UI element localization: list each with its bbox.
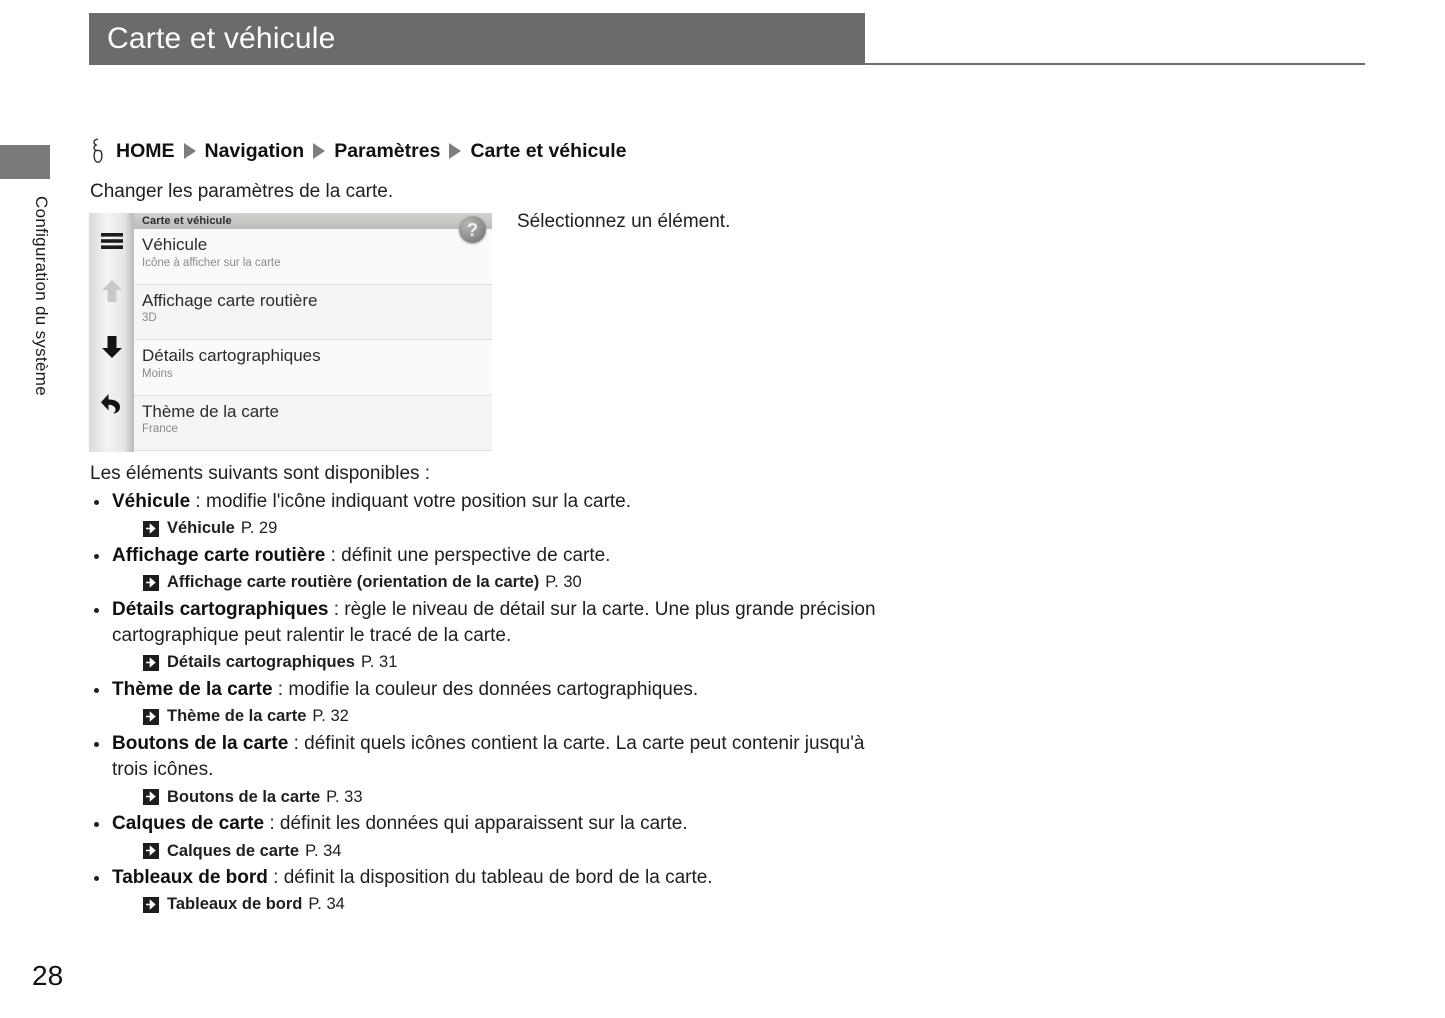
- goto-page-icon: [142, 654, 159, 672]
- triangle-right-icon: [449, 143, 462, 159]
- intro-paragraph: Changer les paramètres de la carte.: [90, 181, 394, 202]
- list-item: Détails cartographiques : règle le nivea…: [90, 597, 890, 675]
- device-list-item-title: Véhicule: [142, 235, 208, 254]
- scroll-up-arrow-icon: [89, 263, 134, 319]
- breadcrumb-item-parametres: Paramètres: [334, 139, 441, 162]
- list-item: Véhicule : modifie l'icône indiquant vot…: [90, 489, 890, 541]
- breadcrumb-item-navigation: Navigation: [204, 139, 305, 162]
- cross-reference-label: Détails cartographiques: [167, 653, 355, 672]
- bullet-description: : définit la disposition du tableau de b…: [267, 867, 713, 889]
- list-item: Affichage carte routière : définit une p…: [90, 543, 890, 595]
- breadcrumb: HOME Navigation Paramètres Carte et véhi…: [90, 138, 627, 164]
- cross-reference-page: P. 32: [312, 707, 349, 726]
- scroll-down-arrow-icon: [89, 319, 134, 375]
- cross-reference-page: P. 30: [545, 573, 582, 592]
- device-list-item-subtitle: France: [142, 423, 178, 436]
- back-arrow-icon: [89, 375, 134, 431]
- device-list-item-title: Détails cartographiques: [142, 346, 321, 365]
- device-list-item-title: Affichage carte routière: [142, 290, 318, 310]
- list-item: Tableaux de bord : définit la dispositio…: [90, 865, 890, 917]
- settings-bullet-list: Véhicule : modifie l'icône indiquant vot…: [90, 489, 890, 917]
- cross-reference[interactable]: Tableaux de bord P. 34: [90, 892, 890, 917]
- device-screenshot: Carte et véhicule ? Véhicule Icône à aff…: [89, 213, 492, 452]
- goto-page-icon: [142, 842, 159, 860]
- bullet-description: : définit les données qui apparaissent s…: [264, 813, 688, 835]
- bullet-text: Calques de carte : définit les données q…: [90, 811, 890, 837]
- body-content: Les éléments suivants sont disponibles :…: [90, 463, 890, 919]
- goto-page-icon: [142, 708, 159, 726]
- screenshot-caption: Sélectionnez un élément.: [517, 211, 731, 232]
- breadcrumb-item-home: HOME: [116, 139, 175, 162]
- cross-reference-label: Véhicule: [167, 519, 235, 538]
- device-sidebar: [89, 213, 134, 452]
- list-item: Calques de carte : définit les données q…: [90, 811, 890, 863]
- cross-reference[interactable]: Affichage carte routière (orientation de…: [90, 570, 890, 595]
- menu-hamburger-icon: [89, 219, 134, 263]
- cross-reference-page: P. 29: [240, 519, 278, 538]
- header-divider-rule: [865, 63, 1365, 65]
- cross-reference[interactable]: Boutons de la carte P. 33: [90, 785, 890, 810]
- bullet-term: Calques de carte: [112, 813, 265, 835]
- triangle-right-icon: [183, 143, 196, 159]
- cross-reference-label: Affichage carte routière (orientation de…: [167, 573, 540, 592]
- list-item: Boutons de la carte : définit quels icôn…: [90, 731, 890, 809]
- triangle-right-icon: [313, 143, 326, 159]
- goto-page-icon: [142, 520, 159, 538]
- page-number: 28: [32, 960, 64, 991]
- device-list-item[interactable]: Véhicule Icône à afficher sur la carte: [134, 229, 492, 285]
- device-title-bar: Carte et véhicule: [134, 213, 492, 229]
- bullet-term: Affichage carte routière: [112, 544, 326, 566]
- bullet-description: : modifie la couleur des données cartogr…: [272, 679, 699, 701]
- list-item: Thème de la carte : modifie la couleur d…: [90, 677, 890, 729]
- bullet-text: Thème de la carte : modifie la couleur d…: [90, 677, 890, 703]
- page-header-bar: Carte et véhicule: [89, 13, 865, 65]
- goto-page-icon: [142, 788, 159, 806]
- cross-reference-label: Thème de la carte: [167, 707, 307, 726]
- device-list-item-title: Thème de la carte: [142, 401, 280, 421]
- breadcrumb-item-carte-et-vehicule: Carte et véhicule: [470, 139, 627, 162]
- cross-reference[interactable]: Thème de la carte P. 32: [90, 704, 890, 729]
- bullet-description: : modifie l'icône indiquant votre positi…: [190, 491, 632, 512]
- section-tab-label: Configuration du système: [32, 196, 51, 396]
- cross-reference-label: Tableaux de bord: [167, 895, 303, 914]
- press-finger-icon: [90, 138, 106, 164]
- device-list-item[interactable]: Thème de la carte France: [134, 395, 492, 451]
- cross-reference[interactable]: Véhicule P. 29: [90, 516, 890, 541]
- device-list-item-subtitle: Icône à afficher sur la carte: [142, 256, 281, 269]
- goto-page-icon: [142, 896, 159, 914]
- help-icon[interactable]: ?: [459, 216, 486, 243]
- bullet-text: Boutons de la carte : définit quels icôn…: [90, 731, 890, 783]
- device-list-item[interactable]: Affichage carte routière 3D: [134, 284, 492, 340]
- cross-reference[interactable]: Calques de carte P. 34: [90, 839, 890, 864]
- bullet-text: Détails cartographiques : règle le nivea…: [90, 597, 890, 649]
- device-title-text: Carte et véhicule: [142, 215, 232, 227]
- bullet-term: Thème de la carte: [112, 679, 273, 701]
- device-list-item-subtitle: Moins: [142, 367, 173, 380]
- goto-page-icon: [142, 574, 159, 592]
- body-lead-text: Les éléments suivants sont disponibles :: [90, 463, 431, 484]
- cross-reference-page: P. 31: [360, 653, 398, 672]
- bullet-term: Véhicule: [112, 491, 191, 512]
- cross-reference[interactable]: Détails cartographiques P. 31: [90, 650, 890, 675]
- bullet-term: Tableaux de bord: [112, 867, 268, 889]
- device-list-item-subtitle: 3D: [142, 312, 157, 325]
- bullet-term: Boutons de la carte: [112, 733, 289, 755]
- bullet-term: Détails cartographiques: [112, 598, 329, 620]
- bullet-description: : définit une perspective de carte.: [325, 544, 611, 566]
- cross-reference-page: P. 33: [326, 787, 363, 806]
- cross-reference-page: P. 34: [308, 895, 345, 914]
- cross-reference-label: Calques de carte: [167, 841, 300, 860]
- section-tab-marker: [0, 145, 50, 179]
- bullet-text: Affichage carte routière : définit une p…: [90, 543, 890, 569]
- bullet-text: Tableaux de bord : définit la dispositio…: [90, 865, 890, 891]
- bullet-text: Véhicule : modifie l'icône indiquant vot…: [90, 489, 890, 515]
- device-list-item[interactable]: Détails cartographiques Moins: [134, 340, 492, 396]
- page-title: Carte et véhicule: [107, 22, 336, 55]
- device-main-panel: Carte et véhicule ? Véhicule Icône à aff…: [134, 213, 492, 452]
- cross-reference-page: P. 34: [305, 841, 342, 860]
- cross-reference-label: Boutons de la carte: [167, 787, 321, 806]
